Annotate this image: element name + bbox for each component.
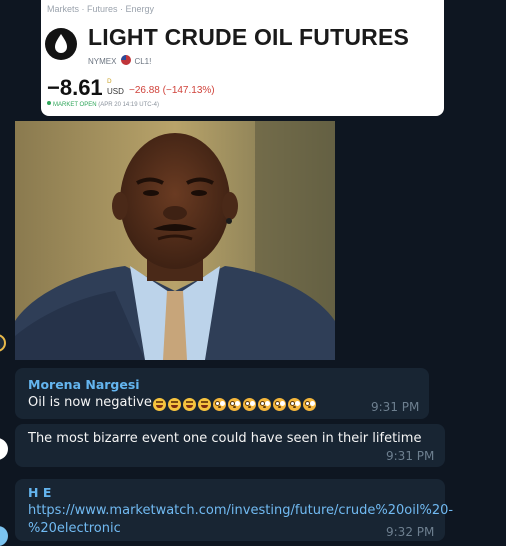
status-dot-icon bbox=[47, 101, 51, 105]
flushed-icon bbox=[227, 398, 241, 411]
price-superscript: D bbox=[107, 78, 112, 85]
message-bubble[interactable]: The most bizarre event one could have se… bbox=[15, 424, 445, 467]
us-flag-icon bbox=[121, 55, 132, 65]
message-bubble[interactable]: Morena Nargesi Oil is now negative 9:31 … bbox=[15, 368, 429, 419]
message-bubble[interactable]: H E https://www.marketwatch.com/investin… bbox=[15, 479, 453, 541]
message-time: 9:31 PM bbox=[371, 400, 420, 414]
price-change: −26.88 (−147.13%) bbox=[129, 85, 215, 96]
sender-name[interactable]: H E bbox=[28, 485, 51, 500]
price-unit: USD bbox=[107, 87, 124, 96]
breadcrumb: Markets · Futures · Energy bbox=[47, 4, 155, 14]
message-link[interactable]: https://www.marketwatch.com/investing/fu… bbox=[28, 502, 453, 520]
emoji-group bbox=[152, 397, 318, 412]
exchange-info: NYMEX CL1! bbox=[88, 55, 151, 66]
instrument-title: LIGHT CRUDE OIL FUTURES bbox=[88, 24, 410, 50]
ticker-symbol: CL1! bbox=[134, 57, 152, 66]
rofl-icon bbox=[182, 398, 196, 411]
rofl-icon bbox=[167, 398, 181, 411]
market-status: MARKET OPEN (APR 20 14:19 UTC-4) bbox=[47, 101, 159, 108]
flushed-icon bbox=[257, 398, 271, 411]
avatar[interactable] bbox=[0, 334, 6, 352]
rofl-icon bbox=[152, 398, 166, 411]
message-text: The most bizarre event one could have se… bbox=[28, 431, 422, 446]
avatar[interactable] bbox=[0, 526, 8, 546]
sender-name[interactable]: Morena Nargesi bbox=[28, 377, 140, 392]
quote-card-image[interactable]: Markets · Futures · Energy LIGHT CRUDE O… bbox=[41, 0, 444, 116]
market-status-label: MARKET OPEN bbox=[53, 102, 97, 108]
message-text-body: Oil is now negative bbox=[28, 395, 152, 410]
flushed-icon bbox=[242, 398, 256, 411]
message-text: Oil is now negative bbox=[28, 395, 318, 412]
flushed-icon bbox=[272, 398, 286, 411]
avatar[interactable] bbox=[0, 438, 8, 460]
crying-man-photo[interactable] bbox=[15, 121, 335, 360]
message-link-continuation[interactable]: %20electronic bbox=[28, 520, 121, 538]
oil-drop-logo-icon bbox=[45, 28, 77, 60]
exchange-name: NYMEX bbox=[88, 57, 117, 66]
last-price: −8.61 bbox=[47, 75, 103, 100]
message-time: 9:32 PM bbox=[386, 525, 435, 539]
flushed-icon bbox=[302, 398, 316, 411]
message-time: 9:31 PM bbox=[386, 449, 435, 463]
rofl-icon bbox=[197, 398, 211, 411]
market-time: (APR 20 14:19 UTC-4) bbox=[98, 102, 159, 108]
flushed-icon bbox=[212, 398, 226, 411]
flushed-icon bbox=[287, 398, 301, 411]
